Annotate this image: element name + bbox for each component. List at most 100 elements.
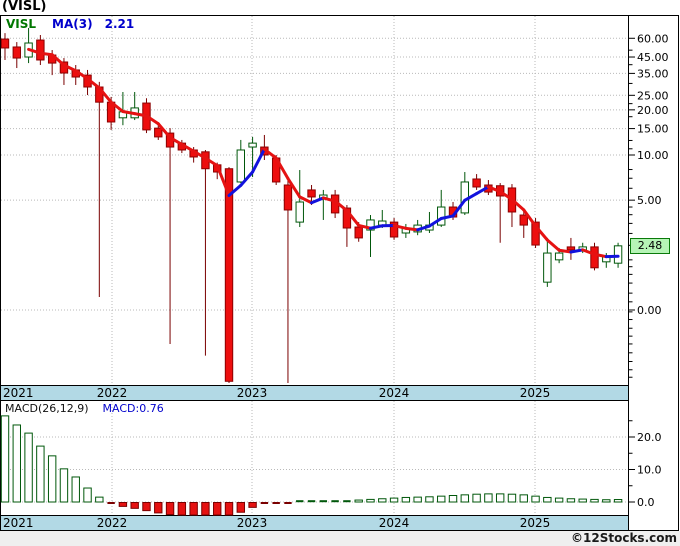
legend-symbol: VISL bbox=[6, 17, 37, 31]
price-tick-label: 10.00 bbox=[637, 149, 669, 162]
macd-bar bbox=[566, 498, 576, 503]
price-tick-label: 35.00 bbox=[637, 67, 669, 80]
macd-tick-label: 0.0 bbox=[637, 496, 655, 509]
year-label: 2022 bbox=[97, 516, 128, 530]
macd-bar bbox=[130, 502, 139, 509]
candle-body bbox=[613, 245, 623, 264]
macd-bar bbox=[354, 499, 363, 503]
stock-chart-widget: (VISL) 60.00 45.00 35.00 25.00 20.00 15.00 10.… bbox=[0, 0, 680, 546]
macd-bar bbox=[12, 424, 21, 503]
macd-bar bbox=[59, 468, 69, 503]
macd-bar bbox=[319, 500, 328, 503]
macd-bar bbox=[296, 500, 304, 503]
ma-line-segment bbox=[121, 109, 137, 116]
candle-body bbox=[154, 127, 163, 138]
macd-bar bbox=[331, 500, 339, 503]
candle-body bbox=[283, 184, 293, 211]
ma-line-segment bbox=[569, 248, 585, 254]
macd-bar bbox=[472, 493, 481, 503]
macd-bar bbox=[24, 432, 33, 503]
candle-body bbox=[554, 252, 564, 261]
price-tick-label: 5.00 bbox=[637, 194, 662, 207]
macd-bar bbox=[519, 494, 528, 503]
macd-bar bbox=[578, 498, 587, 503]
ma-line-segment bbox=[38, 51, 54, 57]
price-tick-label: 45.00 bbox=[637, 51, 669, 64]
macd-bar bbox=[554, 497, 564, 503]
macd-bar bbox=[95, 496, 104, 503]
candle-body bbox=[519, 214, 528, 226]
macd-bar bbox=[260, 502, 269, 504]
year-label: 2025 bbox=[520, 386, 551, 400]
footer-bar: ©12Stocks.com bbox=[0, 531, 680, 546]
macd-value: MACD:0.76 bbox=[102, 402, 164, 415]
macd-bar bbox=[36, 445, 45, 503]
macd-bar bbox=[602, 499, 611, 503]
chart-canvas: 60.00 45.00 35.00 25.00 20.00 15.00 10.00 5.00 0… bbox=[0, 15, 679, 531]
macd-bar bbox=[154, 502, 163, 514]
candle-body bbox=[248, 142, 257, 148]
price-tick-label: 20.00 bbox=[637, 104, 669, 117]
macd-bar bbox=[401, 496, 411, 503]
legend-ma-value: 2.21 bbox=[104, 17, 135, 31]
year-label: 2025 bbox=[520, 516, 551, 530]
price-tick-label: 25.00 bbox=[637, 89, 669, 102]
macd-bar bbox=[613, 499, 623, 503]
macd-bar bbox=[378, 498, 387, 503]
watermark: ©12Stocks.com bbox=[571, 531, 677, 545]
candle-body bbox=[0, 38, 10, 49]
macd-bar bbox=[495, 493, 505, 503]
candle-body bbox=[543, 252, 552, 283]
ma-line-segment bbox=[404, 226, 420, 232]
macd-bar bbox=[177, 502, 187, 516]
macd-bar bbox=[236, 502, 246, 513]
macd-bar bbox=[142, 502, 151, 512]
macd-bar bbox=[83, 487, 92, 503]
macd-bar bbox=[531, 495, 540, 503]
candle-body bbox=[590, 246, 599, 269]
year-label: 2021 bbox=[3, 386, 34, 400]
macd-bar bbox=[107, 502, 115, 504]
macd-bar bbox=[507, 493, 517, 503]
macd-bar bbox=[213, 502, 222, 516]
macd-bar bbox=[448, 495, 458, 503]
candle-body bbox=[354, 226, 363, 239]
year-label: 2023 bbox=[237, 386, 268, 400]
macd-bar bbox=[118, 502, 128, 507]
candle-body bbox=[295, 201, 304, 223]
price-tick-label: 60.00 bbox=[637, 32, 669, 45]
candle-body bbox=[307, 189, 316, 198]
candle-body bbox=[236, 149, 246, 183]
macd-bar bbox=[543, 496, 552, 503]
candle-body bbox=[472, 178, 481, 188]
year-label: 2023 bbox=[237, 516, 268, 530]
ma-line-segment bbox=[557, 248, 573, 254]
price-tick-label: 15.00 bbox=[637, 123, 669, 136]
macd-bar bbox=[272, 502, 280, 504]
candle-body bbox=[566, 246, 576, 251]
last-price-badge: 2.48 bbox=[630, 237, 670, 254]
candle-body bbox=[36, 39, 45, 61]
macd-bar bbox=[590, 498, 599, 503]
macd-bar bbox=[201, 502, 210, 516]
macd-bar bbox=[284, 502, 292, 504]
year-label: 2022 bbox=[97, 386, 128, 400]
macd-bar bbox=[437, 495, 446, 503]
macd-bar bbox=[389, 497, 399, 503]
macd-bar bbox=[307, 500, 316, 503]
year-label: 2024 bbox=[379, 516, 410, 530]
macd-bar bbox=[413, 496, 422, 503]
candle-body bbox=[224, 168, 234, 382]
macd-bar bbox=[71, 476, 80, 503]
year-label: 2021 bbox=[3, 516, 34, 530]
candle-body bbox=[437, 206, 446, 226]
macd-bar bbox=[484, 493, 493, 503]
macd-tick-label: 10.0 bbox=[637, 464, 662, 477]
candle-body bbox=[12, 46, 21, 59]
macd-bar bbox=[366, 498, 375, 503]
legend-ma-label: MA(3) bbox=[52, 17, 93, 31]
macd-tick-label: 20.0 bbox=[637, 431, 662, 444]
year-label: 2024 bbox=[379, 386, 410, 400]
macd-bar bbox=[425, 496, 434, 503]
macd-bar bbox=[165, 502, 175, 516]
